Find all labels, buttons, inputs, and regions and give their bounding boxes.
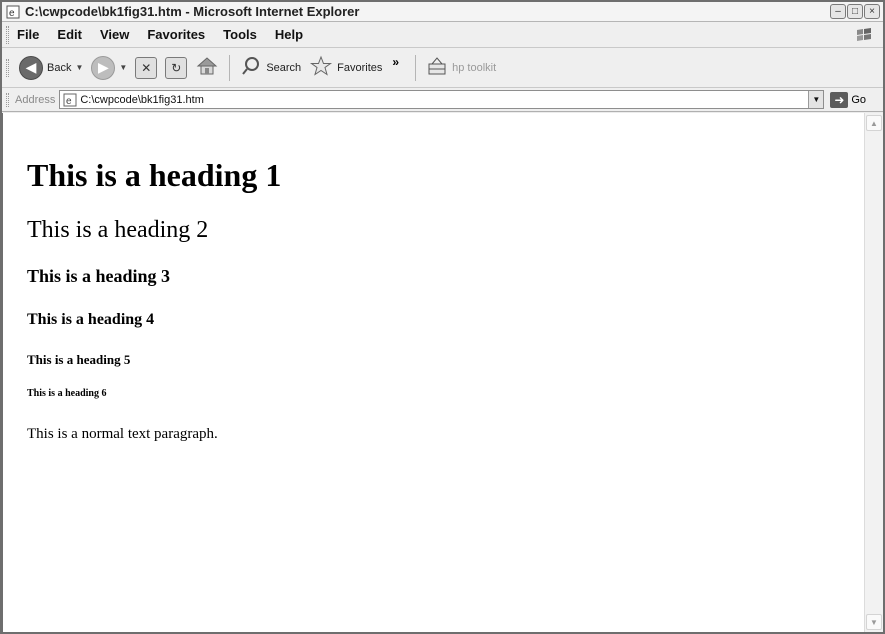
window-controls: – □ × [830, 4, 880, 19]
hp-toolkit-button[interactable]: hp toolkit [422, 52, 500, 84]
home-icon [195, 54, 219, 81]
close-button[interactable]: × [864, 4, 880, 19]
back-label: Back [47, 61, 72, 74]
forward-dropdown-icon[interactable]: ▼ [119, 63, 127, 72]
search-icon [240, 55, 262, 80]
favorites-label: Favorites [337, 61, 383, 74]
heading-6: This is a heading 6 [27, 388, 107, 399]
window-title: C:\cwpcode\bk1fig31.htm - Microsoft Inte… [25, 4, 360, 19]
title-bar: e C:\cwpcode\bk1fig31.htm - Microsoft In… [2, 2, 883, 22]
favorites-star-icon [309, 55, 333, 80]
address-input[interactable]: e C:\cwpcode\bk1fig31.htm ▼ [59, 90, 825, 109]
ie-page-icon: e [5, 4, 21, 20]
toolbar-separator [229, 54, 231, 81]
maximize-button[interactable]: □ [847, 4, 863, 19]
svg-text:e: e [9, 8, 15, 19]
address-value: C:\cwpcode\bk1fig31.htm [80, 93, 204, 106]
go-label: Go [851, 93, 867, 106]
back-button[interactable]: ◀ Back ▼ [15, 52, 87, 84]
scroll-up-button[interactable]: ▲ [866, 115, 882, 131]
go-arrow-icon: ➜ [830, 91, 849, 108]
forward-arrow-icon: ▶ [91, 55, 116, 80]
toolbar-more-chevron[interactable]: » [392, 55, 399, 69]
menu-help[interactable]: Help [273, 25, 305, 44]
browser-window: e C:\cwpcode\bk1fig31.htm - Microsoft In… [0, 0, 885, 634]
toolbar-grip[interactable] [6, 92, 9, 107]
address-dropdown-icon[interactable]: ▼ [808, 91, 824, 108]
back-dropdown-icon[interactable]: ▼ [75, 63, 83, 72]
toolbar-grip[interactable] [6, 58, 9, 77]
windows-flag-icon [855, 26, 873, 44]
heading-2: This is a heading 2 [27, 217, 209, 243]
ie-page-icon: e [63, 93, 77, 107]
search-label: Search [266, 61, 302, 74]
normal-paragraph: This is a normal text paragraph. [27, 426, 218, 442]
toolbar-grip[interactable] [6, 25, 9, 44]
vertical-scrollbar[interactable]: ▲ ▼ [864, 113, 883, 632]
forward-button[interactable]: ▶ ▼ [87, 52, 131, 84]
search-button[interactable]: Search [236, 52, 305, 84]
toolbar-separator [415, 54, 417, 81]
stop-icon: ✕ [135, 56, 158, 79]
favorites-button[interactable]: Favorites [305, 52, 386, 84]
standard-toolbar: ◀ Back ▼ ▶ ▼ ✕ ↻ Search Favorites » hp t… [2, 48, 883, 88]
menu-tools[interactable]: Tools [221, 25, 259, 44]
go-button[interactable]: ➜ Go [830, 91, 867, 108]
svg-text:e: e [66, 96, 72, 107]
address-label: Address [15, 93, 56, 106]
minimize-button[interactable]: – [830, 4, 846, 19]
stop-button[interactable]: ✕ [131, 52, 161, 84]
scroll-down-button[interactable]: ▼ [866, 614, 882, 630]
page-content: This is a heading 1 This is a heading 2 … [2, 113, 864, 632]
menu-file[interactable]: File [15, 25, 41, 44]
heading-4: This is a heading 4 [27, 311, 155, 328]
heading-5: This is a heading 5 [27, 352, 131, 367]
menu-view[interactable]: View [98, 25, 131, 44]
refresh-icon: ↻ [165, 56, 188, 79]
home-button[interactable] [191, 52, 223, 84]
address-bar: Address e C:\cwpcode\bk1fig31.htm ▼ ➜ Go [2, 88, 883, 112]
heading-1: This is a heading 1 [27, 157, 282, 193]
heading-3: This is a heading 3 [27, 266, 171, 286]
menu-edit[interactable]: Edit [55, 25, 84, 44]
menu-bar: File Edit View Favorites Tools Help [2, 22, 883, 48]
hp-toolkit-label: hp toolkit [452, 61, 497, 74]
back-arrow-icon: ◀ [19, 55, 43, 80]
menu-favorites[interactable]: Favorites [145, 25, 207, 44]
refresh-button[interactable]: ↻ [161, 52, 191, 84]
hp-toolkit-icon [426, 56, 448, 79]
